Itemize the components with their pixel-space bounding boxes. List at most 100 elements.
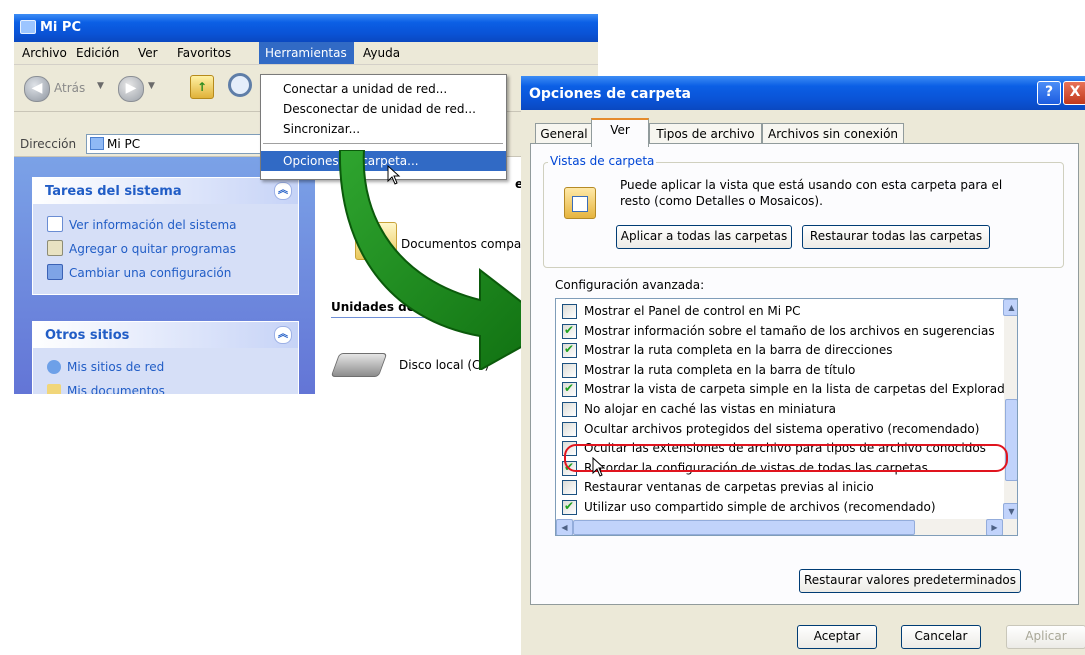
menu-edicion[interactable]: Edición	[76, 46, 119, 60]
menu-ayuda[interactable]: Ayuda	[363, 46, 400, 60]
computer-icon	[20, 20, 36, 34]
task-pane: Tareas del sistema ︽ Ver información del…	[14, 157, 315, 394]
setting-row[interactable]: Restaurar ventanas de carpetas previas a…	[556, 477, 1004, 497]
advanced-settings-list[interactable]: Mostrar el Panel de control en Mi PC ✔ Mos…	[555, 298, 1018, 536]
checkbox-unchecked[interactable]	[562, 480, 577, 496]
my-documents-icon	[47, 384, 61, 394]
other-places-header[interactable]: Otros sitios ︽	[33, 322, 298, 348]
checkbox-unchecked[interactable]	[562, 304, 577, 319]
back-dropdown-icon[interactable]: ▼	[97, 81, 104, 91]
checkbox-unchecked[interactable]	[562, 362, 577, 378]
tab-general[interactable]: General	[535, 123, 593, 145]
network-places-icon	[47, 360, 61, 374]
setting-label: No alojar en caché las vistas en miniatu…	[584, 402, 837, 416]
checkbox-checked[interactable]: ✔	[562, 381, 577, 398]
forward-button[interactable]: ▶	[118, 76, 144, 102]
mypc-title-bar[interactable]: Mi PC	[14, 14, 598, 42]
link-label: Ver información del sistema	[69, 218, 237, 232]
apply-to-all-folders-button[interactable]: Aplicar a todas las carpetas	[616, 225, 792, 249]
setting-row[interactable]: ✔ Mostrar la vista de carpeta simple en l…	[556, 379, 1004, 399]
search-icon[interactable]	[228, 73, 252, 97]
scroll-left-icon[interactable]: ◀	[556, 519, 573, 535]
ok-button[interactable]: Aceptar	[797, 625, 877, 649]
other-places-panel: Otros sitios ︽ Mis sitios de red Mis doc…	[32, 321, 299, 394]
vertical-scroll-thumb[interactable]	[1005, 399, 1017, 481]
checkbox-checked[interactable]: ✔	[562, 322, 577, 339]
checkmark-icon: ✔	[564, 342, 575, 357]
back-button[interactable]: ◀	[24, 76, 50, 102]
menu-herramientas[interactable]: Herramientas	[259, 42, 354, 64]
collapse-icon[interactable]: ︽	[274, 326, 292, 344]
close-icon[interactable]: X	[1063, 81, 1085, 105]
setting-label: Mostrar la ruta completa en la barra de …	[584, 362, 856, 377]
system-tasks-panel: Tareas del sistema ︽ Ver información del…	[32, 177, 299, 295]
checkbox-unchecked[interactable]	[562, 402, 577, 417]
scroll-down-icon[interactable]: ▼	[1003, 503, 1017, 520]
link-mis-sitios-de-red[interactable]: Mis sitios de red	[47, 360, 164, 374]
help-icon[interactable]: ?	[1037, 81, 1061, 105]
setting-row[interactable]: Mostrar la ruta completa en la barra de …	[556, 360, 1004, 380]
mypc-title: Mi PC	[40, 20, 81, 35]
setting-row[interactable]: Mostrar el Panel de control en Mi PC	[556, 301, 1004, 321]
system-info-icon	[47, 216, 63, 232]
menu-herramientas-label: Herramientas	[265, 46, 347, 60]
tab-tipos-de-archivo[interactable]: Tipos de archivo	[649, 123, 762, 145]
tab-ver[interactable]: Ver	[591, 118, 649, 147]
setting-row[interactable]: ✔ Mostrar la ruta completa en la barra de…	[556, 340, 1004, 360]
menu-favoritos[interactable]: Favoritos	[177, 46, 231, 60]
address-label: Dirección	[20, 137, 77, 151]
menu-item-connect-drive[interactable]: Conectar a unidad de red...	[261, 79, 506, 99]
address-field[interactable]: Mi PC	[86, 134, 268, 154]
checkmark-icon: ✔	[564, 322, 575, 337]
system-tasks-header[interactable]: Tareas del sistema ︽	[33, 178, 298, 204]
setting-label: Mostrar el Panel de control en Mi PC	[584, 304, 801, 318]
apply-button: Aplicar	[1006, 625, 1085, 649]
setting-label: Mostrar la ruta completa en la barra de …	[584, 343, 893, 358]
checkmark-icon: ✔	[564, 381, 575, 396]
checkbox-checked[interactable]: ✔	[562, 499, 577, 515]
forward-dropdown-icon[interactable]: ▼	[148, 81, 155, 91]
scroll-up-icon[interactable]: ▲	[1003, 299, 1017, 316]
menu-separator	[263, 143, 503, 144]
tab-archivos-sin-conexion[interactable]: Archivos sin conexión	[762, 123, 904, 145]
setting-row[interactable]: ✔ Mostrar información sobre el tamaño de …	[556, 321, 1004, 341]
cancel-button[interactable]: Cancelar	[901, 625, 981, 649]
computer-icon	[90, 137, 104, 150]
vertical-scrollbar[interactable]: ▲ ▼	[1003, 299, 1017, 520]
collapse-icon[interactable]: ︽	[274, 182, 292, 200]
setting-label: Utilizar uso compartido simple de archiv…	[584, 500, 936, 514]
link-ver-informacion[interactable]: Ver información del sistema	[47, 216, 237, 232]
menu-item-disconnect-drive[interactable]: Desconectar de unidad de red...	[261, 99, 506, 119]
menu-item-label: Conectar a unidad de red...	[283, 82, 448, 96]
link-label: Mis documentos	[67, 384, 165, 394]
scroll-right-icon[interactable]: ▶	[986, 519, 1003, 535]
menu-archivo[interactable]: Archivo	[22, 46, 67, 60]
folder-views-icon	[564, 187, 596, 219]
setting-row[interactable]: Ocultar archivos protegidos del sistema …	[556, 419, 1004, 439]
horizontal-scrollbar[interactable]: ◀ ▶	[556, 519, 1017, 535]
folder-views-group: Vistas de carpeta Puede aplicar la vista…	[543, 154, 1064, 268]
horizontal-scroll-thumb[interactable]	[573, 520, 915, 535]
setting-label: Mostrar la vista de carpeta simple en la…	[584, 382, 1004, 397]
advanced-settings-label: Configuración avanzada:	[555, 278, 705, 292]
menu-ver[interactable]: Ver	[138, 46, 158, 60]
other-places-title: Otros sitios	[45, 328, 130, 343]
system-tasks-title: Tareas del sistema	[45, 184, 182, 199]
folder-options-dialog: Opciones de carpeta ? X General Ver Tipo…	[521, 76, 1085, 655]
checkbox-checked[interactable]: ✔	[562, 342, 577, 359]
link-label: Agregar o quitar programas	[69, 242, 236, 256]
menu-item-synchronize[interactable]: Sincronizar...	[261, 119, 506, 139]
restore-defaults-button[interactable]: Restaurar valores predeterminados	[799, 569, 1021, 593]
dialog-title-bar[interactable]: Opciones de carpeta ? X	[521, 76, 1085, 110]
checkbox-unchecked[interactable]	[562, 421, 577, 437]
link-mis-documentos[interactable]: Mis documentos	[47, 384, 165, 394]
link-cambiar-configuracion[interactable]: Cambiar una configuración	[47, 264, 231, 280]
setting-row[interactable]: No alojar en caché las vistas en miniatu…	[556, 399, 1004, 419]
back-label: Atrás	[54, 81, 86, 95]
menu-item-label: Sincronizar...	[283, 122, 361, 136]
setting-row[interactable]: ✔ Utilizar uso compartido simple de archi…	[556, 497, 1004, 517]
up-folder-icon[interactable]: ↑	[190, 75, 214, 99]
checkmark-icon: ✔	[564, 499, 575, 513]
link-agregar-quitar[interactable]: Agregar o quitar programas	[47, 240, 236, 256]
reset-all-folders-button[interactable]: Restaurar todas las carpetas	[802, 225, 990, 249]
